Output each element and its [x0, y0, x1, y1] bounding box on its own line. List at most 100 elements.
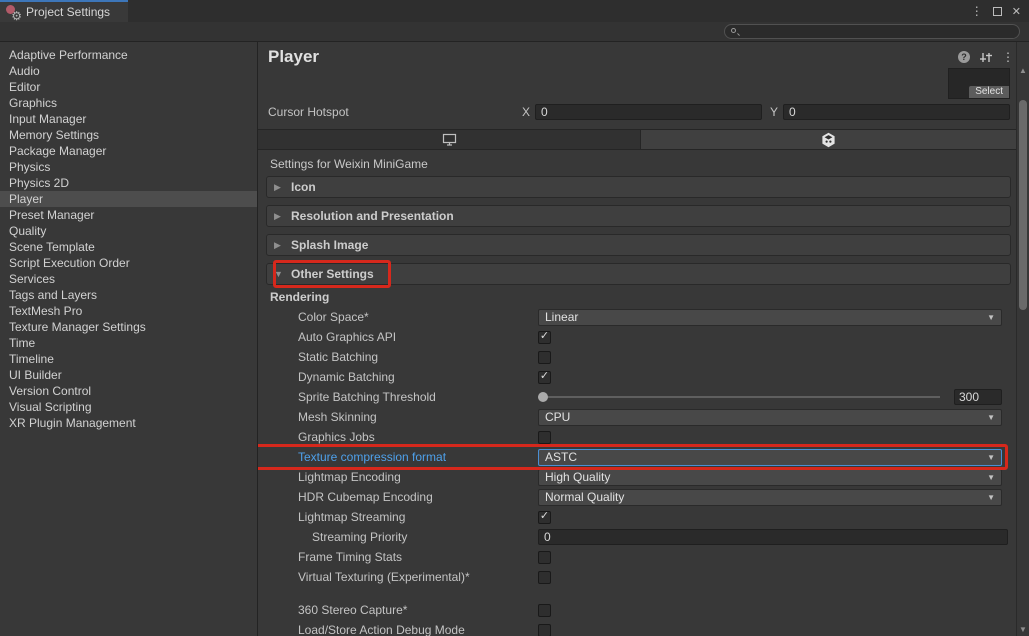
setting-row-mesh-skinning: Mesh SkinningCPU▼ [258, 407, 1016, 427]
checkbox-360-stereo-capture[interactable] [538, 604, 551, 617]
sidebar-item-audio[interactable]: Audio [0, 63, 257, 79]
sidebar-item-memory-settings[interactable]: Memory Settings [0, 127, 257, 143]
sidebar-item-preset-manager[interactable]: Preset Manager [0, 207, 257, 223]
platform-tab-strip [258, 129, 1016, 150]
settings-category-sidebar: Adaptive PerformanceAudioEditorGraphicsI… [0, 42, 258, 636]
setting-label: Static Batching [298, 350, 538, 364]
sidebar-item-graphics[interactable]: Graphics [0, 95, 257, 111]
slider-value-field[interactable]: 300 [954, 389, 1002, 405]
content: Adaptive PerformanceAudioEditorGraphicsI… [0, 42, 1029, 636]
search-icon [730, 27, 740, 37]
sidebar-item-version-control[interactable]: Version Control [0, 383, 257, 399]
chevron-down-icon: ▼ [987, 413, 995, 422]
hotspot-x-field[interactable]: 0 [535, 104, 762, 120]
sidebar-item-adaptive-performance[interactable]: Adaptive Performance [0, 47, 257, 63]
cursor-hotspot-row: Cursor Hotspot X 0 Y 0 [258, 102, 1016, 122]
hotspot-y-field[interactable]: 0 [783, 104, 1010, 120]
setting-label: Streaming Priority [298, 530, 538, 544]
foldout-resolution-and-presentation[interactable]: ▶ Resolution and Presentation [266, 205, 1011, 227]
sidebar-item-visual-scripting[interactable]: Visual Scripting [0, 399, 257, 415]
dropdown-texture-compression-format[interactable]: ASTC▼ [538, 449, 1002, 466]
checkbox-lightmap-streaming[interactable]: ✓ [538, 511, 551, 524]
setting-row-sprite-batching-threshold: Sprite Batching Threshold300 [258, 387, 1016, 407]
slider-sprite-batching-threshold[interactable] [538, 396, 940, 398]
setting-row-static-batching: Static Batching [258, 347, 1016, 367]
tab-weixin-minigame[interactable] [641, 130, 1016, 149]
help-icon[interactable]: ? [958, 51, 970, 63]
text-field-streaming-priority[interactable]: 0 [538, 529, 1008, 545]
scrollbar-thumb[interactable] [1019, 100, 1027, 310]
vertical-scrollbar[interactable]: ▲ ▼ [1016, 42, 1029, 636]
panel-menu-icon[interactable]: ⋮ [1002, 50, 1016, 64]
dropdown-lightmap-encoding[interactable]: High Quality▼ [538, 469, 1002, 486]
rendering-group-label: Rendering [258, 290, 1016, 307]
checkbox-dynamic-batching[interactable]: ✓ [538, 371, 551, 384]
maximize-icon[interactable] [993, 7, 1002, 16]
foldout-arrow-icon: ▶ [274, 240, 284, 251]
sidebar-item-tags-and-layers[interactable]: Tags and Layers [0, 287, 257, 303]
sidebar-item-ui-builder[interactable]: UI Builder [0, 367, 257, 383]
cursor-hotspot-label: Cursor Hotspot [268, 105, 522, 119]
cursor-thumbnail[interactable]: Select [948, 68, 1010, 99]
sidebar-item-scene-template[interactable]: Scene Template [0, 239, 257, 255]
setting-label: HDR Cubemap Encoding [298, 490, 538, 504]
foldout-other-settings[interactable]: ▼ Other Settings [266, 263, 1011, 285]
sidebar-item-timeline[interactable]: Timeline [0, 351, 257, 367]
object-select-button[interactable]: Select [969, 86, 1009, 98]
sidebar-item-quality[interactable]: Quality [0, 223, 257, 239]
sidebar-item-textmesh-pro[interactable]: TextMesh Pro [0, 303, 257, 319]
sidebar-item-physics-2d[interactable]: Physics 2D [0, 175, 257, 191]
setting-label: Frame Timing Stats [298, 550, 538, 564]
sidebar-item-time[interactable]: Time [0, 335, 257, 351]
setting-row-load-store-action-debug-mode: Load/Store Action Debug Mode [258, 620, 1016, 636]
foldout-splash-image[interactable]: ▶ Splash Image [266, 234, 1011, 256]
search-input[interactable] [724, 24, 1020, 39]
dropdown-hdr-cubemap-encoding[interactable]: Normal Quality▼ [538, 489, 1002, 506]
panel-header-icons: ? ⋮ [958, 50, 1016, 64]
sidebar-item-texture-manager-settings[interactable]: Texture Manager Settings [0, 319, 257, 335]
gear-icon: ⚙ [11, 10, 22, 22]
foldout-icon[interactable]: ▶ Icon [266, 176, 1011, 198]
scroll-down-icon[interactable]: ▼ [1017, 625, 1029, 634]
sidebar-item-player[interactable]: Player [0, 191, 257, 207]
checkbox-load-store-action-debug-mode[interactable] [538, 624, 551, 636]
sidebar-item-input-manager[interactable]: Input Manager [0, 111, 257, 127]
setting-label: Lightmap Streaming [298, 510, 538, 524]
cursor-object-row: Select [258, 68, 1016, 102]
chevron-down-icon: ▼ [987, 453, 995, 462]
sidebar-item-services[interactable]: Services [0, 271, 257, 287]
rendering-rows: Color Space*Linear▼Auto Graphics API✓Sta… [258, 307, 1016, 636]
setting-row-auto-graphics-api: Auto Graphics API✓ [258, 327, 1016, 347]
close-icon[interactable]: ✕ [1012, 5, 1021, 18]
project-settings-window: ⚙ Project Settings ⋮ ✕ Adaptive Performa… [0, 0, 1029, 636]
dropdown-mesh-skinning[interactable]: CPU▼ [538, 409, 1002, 426]
setting-row-dynamic-batching: Dynamic Batching✓ [258, 367, 1016, 387]
check-icon: ✓ [540, 371, 549, 382]
panel-header: Player [258, 42, 1016, 68]
checkbox-graphics-jobs[interactable] [538, 431, 551, 444]
foldout-arrow-icon: ▶ [274, 211, 284, 222]
presets-icon[interactable] [979, 51, 993, 64]
sidebar-item-package-manager[interactable]: Package Manager [0, 143, 257, 159]
sidebar-item-physics[interactable]: Physics [0, 159, 257, 175]
project-settings-tab[interactable]: ⚙ Project Settings [0, 0, 128, 22]
chevron-down-icon: ▼ [987, 493, 995, 502]
sidebar-item-editor[interactable]: Editor [0, 79, 257, 95]
dropdown-color-space[interactable]: Linear▼ [538, 309, 1002, 326]
sidebar-item-xr-plugin-management[interactable]: XR Plugin Management [0, 415, 257, 431]
scroll-up-icon[interactable]: ▲ [1017, 66, 1029, 75]
setting-label: Virtual Texturing (Experimental)* [298, 570, 538, 584]
checkbox-virtual-texturing-experimental[interactable] [538, 571, 551, 584]
tab-standalone[interactable] [258, 130, 641, 149]
checkbox-frame-timing-stats[interactable] [538, 551, 551, 564]
weixin-minigame-icon [821, 132, 836, 148]
foldout-arrow-icon: ▼ [274, 269, 284, 279]
settings-for-label: Settings for Weixin MiniGame [258, 150, 1016, 176]
player-settings-panel: ? ⋮ Player Select [258, 42, 1016, 636]
checkbox-static-batching[interactable] [538, 351, 551, 364]
window-menu-icon[interactable]: ⋮ [971, 4, 983, 18]
x-axis-label: X [522, 105, 535, 119]
sidebar-item-script-execution-order[interactable]: Script Execution Order [0, 255, 257, 271]
checkbox-auto-graphics-api[interactable]: ✓ [538, 331, 551, 344]
slider-knob[interactable] [538, 392, 548, 402]
